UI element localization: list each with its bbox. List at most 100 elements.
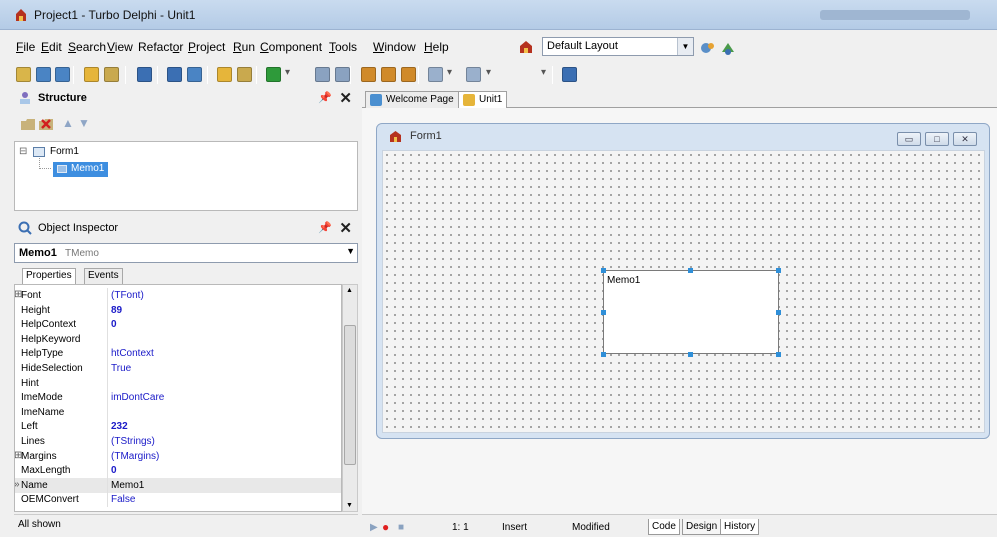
close-icon[interactable]: ✕ (339, 89, 352, 107)
scroll-down-icon[interactable]: ▼ (346, 502, 353, 509)
new-unit-icon[interactable] (84, 67, 99, 82)
scroll-up-icon[interactable]: ▲ (346, 287, 353, 294)
pause-icon[interactable] (315, 67, 330, 82)
toggle-form-icon[interactable] (167, 67, 182, 82)
back-dropdown-icon[interactable]: ▾ (447, 67, 452, 78)
minimize-icon[interactable]: ▭ (897, 132, 921, 146)
property-row[interactable]: HelpType htContext (15, 346, 341, 362)
property-scrollbar[interactable]: ▲ ▼ (342, 284, 358, 512)
property-row[interactable]: ImeMode imDontCare (15, 390, 341, 406)
browser-icon[interactable] (562, 67, 577, 82)
property-row[interactable]: HelpKeyword (15, 331, 341, 347)
menu-item[interactable]: Tools (329, 40, 357, 54)
menu-item[interactable]: View (107, 40, 133, 54)
run-icon[interactable] (266, 67, 281, 82)
tab-properties[interactable]: Properties (22, 268, 76, 284)
property-value[interactable]: False (111, 494, 135, 505)
property-value[interactable]: imDontCare (111, 392, 164, 403)
pin-icon[interactable]: 📌 (318, 221, 332, 234)
menu-item[interactable]: Search (68, 40, 106, 54)
menu-item[interactable]: Edit (41, 40, 62, 54)
delete-component-icon[interactable] (38, 117, 54, 131)
add-component-icon[interactable] (20, 117, 36, 131)
close-icon[interactable]: ✕ (339, 219, 352, 237)
pin-icon[interactable]: 📌 (318, 91, 332, 104)
resize-handle[interactable] (601, 352, 606, 357)
tab-design[interactable]: Design (682, 519, 722, 535)
stop-debug-icon[interactable] (335, 67, 350, 82)
property-value[interactable]: True (111, 363, 131, 374)
resize-handle[interactable] (776, 268, 781, 273)
forward-dropdown-icon[interactable]: ▾ (486, 67, 491, 78)
memo-component[interactable]: Memo1 (603, 270, 779, 354)
add-file-icon[interactable] (217, 67, 232, 82)
property-row[interactable]: Left 232 (15, 419, 341, 435)
property-value[interactable]: 232 (111, 421, 128, 432)
object-selector[interactable]: Memo1 TMemo ▼ (14, 243, 358, 263)
layout-icon[interactable] (518, 40, 534, 54)
open-project-icon[interactable] (36, 67, 51, 82)
menu-item[interactable]: Refactor (138, 40, 183, 54)
menu-item[interactable]: Window (373, 40, 416, 54)
move-down-icon[interactable]: ▼ (78, 116, 90, 130)
resize-handle[interactable] (601, 310, 606, 315)
property-row[interactable]: ⊞ Margins (TMargins) (15, 448, 341, 464)
property-row[interactable]: Lines (TStrings) (15, 434, 341, 449)
resize-handle[interactable] (601, 268, 606, 273)
property-row[interactable]: OEMConvert False (15, 492, 341, 508)
close-icon[interactable]: ✕ (953, 132, 977, 146)
property-value[interactable]: (TMargins) (111, 451, 159, 462)
play-icon[interactable]: ▶ (370, 522, 378, 533)
history-dropdown-icon[interactable]: ▾ (541, 67, 546, 78)
menu-item[interactable]: Help (424, 40, 449, 54)
resize-handle[interactable] (688, 268, 693, 273)
menu-item[interactable]: File (16, 40, 35, 54)
chevron-down-icon[interactable]: ▼ (346, 246, 355, 256)
step-over-icon[interactable] (381, 67, 396, 82)
property-value[interactable]: (TStrings) (111, 436, 155, 447)
property-value[interactable]: (TFont) (111, 290, 144, 301)
property-value[interactable]: 0 (111, 319, 117, 330)
remove-file-icon[interactable] (237, 67, 252, 82)
property-value[interactable]: 0 (111, 465, 117, 476)
layout-select[interactable]: Default Layout ▼ (542, 37, 694, 56)
property-row[interactable]: HelpContext 0 (15, 317, 341, 333)
back-icon[interactable] (428, 67, 443, 82)
tree-node-form[interactable]: Form1 (50, 146, 79, 157)
scroll-thumb[interactable] (344, 325, 356, 465)
chevron-down-icon[interactable]: ▼ (677, 38, 693, 55)
tab-unit1[interactable]: Unit1 (458, 91, 508, 108)
view-unit-icon[interactable] (187, 67, 202, 82)
record-icon[interactable]: ● (382, 520, 389, 534)
maximize-icon[interactable]: □ (925, 132, 949, 146)
property-row[interactable]: Height 89 (15, 302, 341, 318)
resize-handle[interactable] (688, 352, 693, 357)
property-row[interactable]: Hint (15, 375, 341, 391)
resize-handle[interactable] (776, 352, 781, 357)
save-all-icon[interactable] (55, 67, 70, 82)
menu-item[interactable]: Component (260, 40, 322, 54)
property-row[interactable]: HideSelection True (15, 361, 341, 376)
property-row[interactable]: MaxLength 0 (15, 463, 341, 479)
forward-icon[interactable] (466, 67, 481, 82)
property-row[interactable]: ImeName (15, 404, 341, 420)
tab-events[interactable]: Events (84, 268, 123, 284)
property-row[interactable]: ⊞ Font (TFont) (15, 288, 341, 303)
set-layout-icon[interactable] (720, 40, 736, 56)
stop-icon[interactable]: ■ (398, 522, 404, 533)
run-dropdown-icon[interactable]: ▾ (285, 67, 290, 78)
tree-expander[interactable]: ⊟ (19, 146, 27, 157)
tab-history[interactable]: History (720, 519, 760, 535)
trace-into-icon[interactable] (361, 67, 376, 82)
save-icon[interactable] (137, 67, 152, 82)
open-icon[interactable] (104, 67, 119, 82)
property-value[interactable]: 89 (111, 305, 122, 316)
move-up-icon[interactable]: ▲ (62, 116, 74, 130)
menu-item[interactable]: Run (233, 40, 255, 54)
new-items-icon[interactable] (16, 67, 31, 82)
tab-welcome-page[interactable]: Welcome Page (365, 91, 459, 108)
run-to-cursor-icon[interactable] (401, 67, 416, 82)
tree-node-memo[interactable]: Memo1 (53, 162, 109, 177)
property-value[interactable]: Memo1 (111, 480, 144, 491)
property-row[interactable]: » Name Memo1 (15, 477, 341, 493)
